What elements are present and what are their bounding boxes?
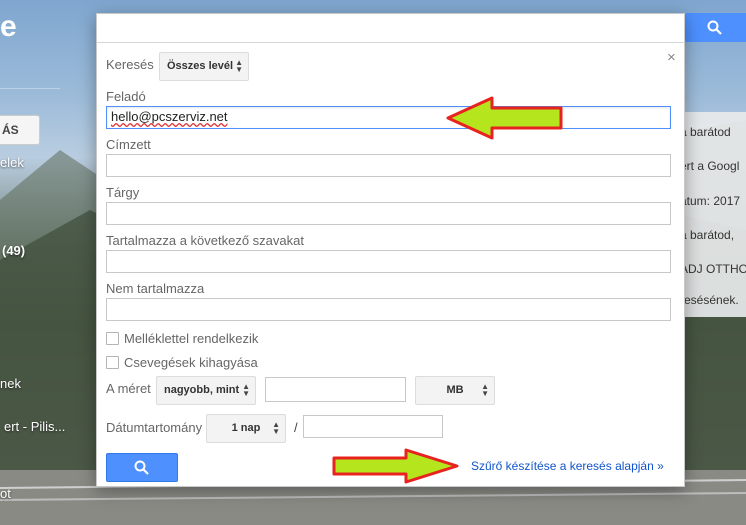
subject-label: Tárgy — [106, 185, 140, 200]
search-icon — [707, 20, 722, 35]
size-unit-value: MB — [446, 384, 464, 396]
size-label: A méret — [106, 381, 151, 396]
search-bar-area[interactable] — [97, 14, 684, 43]
sidebar-item-label[interactable]: ot — [0, 486, 11, 501]
size-operator-value: nagyobb, mint — [164, 384, 240, 396]
has-attachment-label[interactable]: Melléklettel rendelkezik — [124, 331, 258, 346]
chevron-updown-icon: ▲ ▼ — [235, 58, 243, 74]
subject-field[interactable] — [106, 202, 671, 225]
sidebar-item-label[interactable]: ert - Pilis... — [4, 419, 65, 434]
date-range-select[interactable]: 1 nap ▲ ▼ — [206, 414, 286, 443]
sidebar-item-count[interactable]: (49) — [2, 243, 25, 258]
search-scope-select[interactable]: Összes levél ▲ ▼ — [159, 52, 249, 81]
annotation-arrow-left-icon — [446, 96, 563, 140]
has-attachment-checkbox[interactable] — [106, 332, 119, 345]
size-value-field[interactable] — [265, 377, 406, 402]
list-item[interactable]: átum: 2017 — [680, 194, 746, 208]
annotation-arrow-right-icon — [332, 448, 459, 484]
to-field[interactable] — [106, 154, 671, 177]
chevron-updown-icon: ▲ ▼ — [242, 382, 250, 398]
size-unit-select[interactable]: MB ▲ ▼ — [415, 376, 495, 405]
sidebar-item-label[interactable]: nek — [0, 376, 21, 391]
skip-chats-label[interactable]: Csevegések kihagyása — [124, 355, 258, 370]
from-field[interactable]: hello@pcszerviz.net — [106, 106, 671, 129]
not-has-label: Nem tartalmazza — [106, 281, 205, 296]
list-item[interactable]: a barátod, — [680, 228, 746, 242]
sidebar-item-label[interactable]: elek — [0, 155, 24, 170]
chevron-updown-icon: ▲ ▼ — [481, 382, 489, 398]
list-item[interactable]: a barátod — [680, 125, 746, 139]
to-label: Címzett — [106, 137, 151, 152]
compose-button[interactable]: ÁS — [0, 115, 40, 145]
search-button[interactable] — [106, 453, 178, 482]
not-has-field[interactable] — [106, 298, 671, 321]
list-item[interactable]: ert a Googl — [680, 159, 746, 173]
message-list-fragment — [685, 112, 746, 317]
create-filter-link[interactable]: Szűrő készítése a keresés alapján » — [471, 459, 664, 473]
search-icon — [134, 460, 149, 475]
search-scope-value: Összes levél — [167, 60, 234, 72]
search-scope-label: Keresés — [106, 57, 154, 72]
has-words-label: Tartalmazza a következő szavakat — [106, 233, 304, 248]
size-operator-select[interactable]: nagyobb, mint ▲ ▼ — [156, 376, 256, 405]
close-icon[interactable]: × — [667, 49, 676, 66]
top-search-button[interactable] — [685, 13, 746, 42]
gmail-logo-fragment: e — [0, 10, 17, 43]
advanced-search-dialog: × Keresés Összes levél ▲ ▼ Feladó hello@p… — [96, 13, 685, 487]
from-field-value: hello@pcszerviz.net — [111, 109, 228, 124]
chevron-updown-icon: ▲ ▼ — [272, 420, 280, 436]
skip-chats-checkbox[interactable] — [106, 356, 119, 369]
date-range-label: Dátumtartomány — [106, 420, 203, 435]
list-item[interactable]: resésének. — [680, 293, 746, 307]
date-field[interactable] — [303, 415, 443, 438]
date-separator: / — [294, 420, 298, 435]
from-label: Feladó — [106, 89, 146, 104]
has-words-field[interactable] — [106, 250, 671, 273]
divider — [0, 88, 60, 89]
date-range-value: 1 nap — [231, 422, 261, 434]
list-item[interactable]: ADJ OTTHO — [680, 262, 746, 276]
